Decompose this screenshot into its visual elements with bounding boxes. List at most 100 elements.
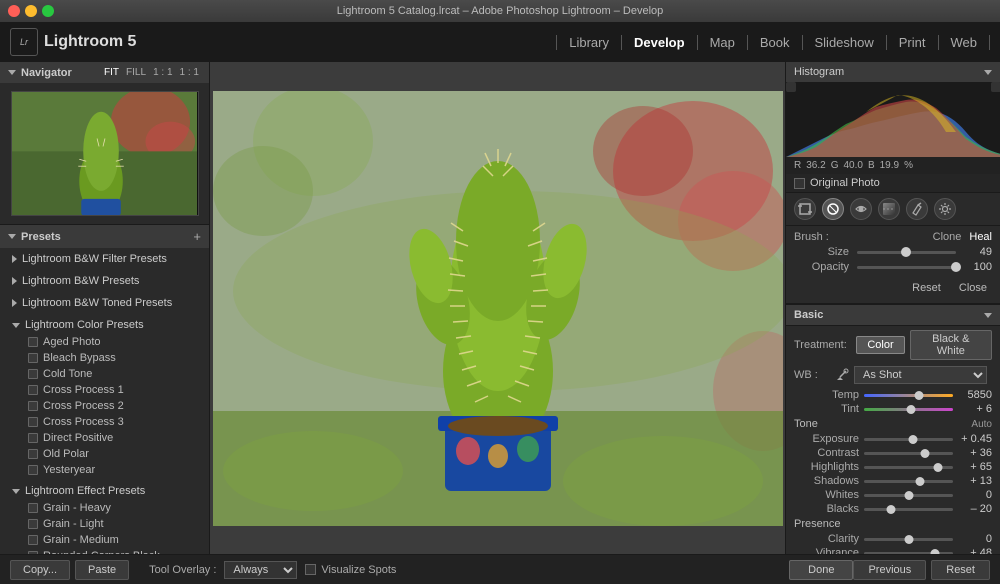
contrast-slider[interactable]	[864, 452, 953, 455]
fill-btn[interactable]: FILL	[124, 66, 148, 79]
nav-web[interactable]: Web	[939, 35, 991, 50]
wb-select[interactable]: As Shot Auto Daylight Cloudy Custom	[854, 366, 987, 384]
presets-header[interactable]: Presets +	[0, 225, 209, 248]
vibrance-slider[interactable]	[864, 552, 953, 555]
redeye-btn[interactable]	[850, 198, 872, 220]
whites-thumb[interactable]	[904, 491, 913, 500]
preset-aged-photo[interactable]: Aged Photo	[0, 334, 209, 350]
original-photo-checkbox[interactable]	[794, 178, 805, 189]
preset-cross-process-3[interactable]: Cross Process 3	[0, 414, 209, 430]
close-icon[interactable]	[8, 5, 20, 17]
preset-group-color-header[interactable]: Lightroom Color Presets	[0, 316, 209, 334]
preset-cross-process-1[interactable]: Cross Process 1	[0, 382, 209, 398]
histogram-values: R 36.2 G 40.0 B 19.9 %	[786, 157, 1000, 174]
spot-removal-btn[interactable]	[822, 198, 844, 220]
adjustment-brush-btn[interactable]	[906, 198, 928, 220]
visualize-spots-checkbox[interactable]	[305, 564, 316, 575]
eyedropper-icon	[835, 368, 849, 382]
basic-panel: Basic Treatment: Color Black & White WB …	[786, 304, 1000, 554]
presets-add-icon[interactable]: +	[193, 229, 201, 244]
blacks-value: – 20	[957, 503, 992, 515]
basic-panel-header[interactable]: Basic	[786, 304, 1000, 326]
basic-title: Basic	[794, 309, 823, 321]
blacks-label: Blacks	[794, 503, 859, 515]
gradient-btn[interactable]	[878, 198, 900, 220]
crop-tool-btn[interactable]	[794, 198, 816, 220]
g-label: G	[831, 160, 839, 171]
exposure-slider[interactable]	[864, 438, 953, 441]
clarity-slider[interactable]	[864, 538, 953, 541]
temp-slider[interactable]	[864, 394, 953, 397]
fit-btn[interactable]: FIT	[102, 66, 121, 79]
nav-map[interactable]: Map	[698, 35, 748, 50]
tint-slider-thumb[interactable]	[907, 405, 916, 414]
tint-slider[interactable]	[864, 408, 953, 411]
preset-group-bw-header[interactable]: Lightroom B&W Presets	[0, 272, 209, 290]
blacks-slider[interactable]	[864, 508, 953, 511]
reset-develop-button[interactable]: Reset	[931, 560, 990, 580]
preset-cross-process-2[interactable]: Cross Process 2	[0, 398, 209, 414]
preset-direct-positive-icon	[28, 433, 38, 443]
shadows-thumb[interactable]	[916, 477, 925, 486]
shadows-slider[interactable]	[864, 480, 953, 483]
tool-overlay-select[interactable]: Always Never Selected	[224, 561, 297, 579]
whites-slider[interactable]	[864, 494, 953, 497]
size-slider-track[interactable]	[857, 251, 956, 254]
preset-yesteryear[interactable]: Yesteryear	[0, 462, 209, 478]
minimize-icon[interactable]	[25, 5, 37, 17]
preset-grain-medium[interactable]: Grain - Medium	[0, 532, 209, 548]
opacity-slider-track[interactable]	[857, 266, 956, 269]
clone-btn[interactable]: Clone	[933, 231, 962, 243]
nav-slideshow[interactable]: Slideshow	[803, 35, 887, 50]
group-effects-label: Lightroom Effect Presets	[25, 485, 145, 497]
nav-develop[interactable]: Develop	[622, 35, 698, 50]
preset-group-bwtoned-header[interactable]: Lightroom B&W Toned Presets	[0, 294, 209, 312]
preset-grain-heavy[interactable]: Grain - Heavy	[0, 500, 209, 516]
maximize-icon[interactable]	[42, 5, 54, 17]
nav-print[interactable]: Print	[887, 35, 939, 50]
tint-label: Tint	[794, 403, 859, 415]
settings-btn[interactable]	[934, 198, 956, 220]
preset-group-bwfilter-header[interactable]: Lightroom B&W Filter Presets	[0, 250, 209, 268]
preset-grain-light[interactable]: Grain - Light	[0, 516, 209, 532]
preset-cold-tone[interactable]: Cold Tone	[0, 366, 209, 382]
preset-group-effects-header[interactable]: Lightroom Effect Presets	[0, 482, 209, 500]
heal-btn[interactable]: Heal	[969, 231, 992, 243]
preset-bleach-bypass[interactable]: Bleach Bypass	[0, 350, 209, 366]
1to1-btn[interactable]: 1 : 1	[151, 66, 174, 79]
custom-fit-btn[interactable]: 1 : 1	[178, 66, 201, 79]
reset-btn[interactable]: Reset	[907, 280, 946, 296]
previous-button[interactable]: Previous	[853, 560, 926, 580]
vibrance-value: + 48	[957, 547, 992, 554]
window-controls	[8, 5, 54, 17]
nav-book[interactable]: Book	[748, 35, 803, 50]
preset-rounded-corners-black[interactable]: Rounded Corners Black	[0, 548, 209, 554]
size-slider-thumb[interactable]	[901, 247, 911, 257]
group-bwfilter-triangle	[12, 255, 17, 263]
clarity-thumb[interactable]	[904, 535, 913, 544]
blacks-thumb[interactable]	[886, 505, 895, 514]
navigator-header[interactable]: Navigator FIT FILL 1 : 1 1 : 1	[0, 62, 209, 83]
preset-old-polar[interactable]: Old Polar	[0, 446, 209, 462]
preset-direct-positive[interactable]: Direct Positive	[0, 430, 209, 446]
vibrance-thumb[interactable]	[931, 549, 940, 555]
titlebar: Lightroom 5 Catalog.lrcat – Adobe Photos…	[0, 0, 1000, 22]
copy-button[interactable]: Copy...	[10, 560, 70, 580]
nav-library[interactable]: Library	[556, 35, 622, 50]
wb-eyedropper-btn[interactable]	[834, 367, 850, 383]
highlights-value: + 65	[957, 461, 992, 473]
contrast-thumb[interactable]	[920, 449, 929, 458]
exposure-thumb[interactable]	[908, 435, 917, 444]
close-btn[interactable]: Close	[954, 280, 992, 296]
highlights-thumb[interactable]	[933, 463, 942, 472]
highlights-slider[interactable]	[864, 466, 953, 469]
done-button[interactable]: Done	[789, 560, 853, 580]
auto-btn[interactable]: Auto	[971, 419, 992, 430]
vibrance-label: Vibrance	[794, 547, 859, 554]
opacity-slider-thumb[interactable]	[951, 262, 961, 272]
color-btn[interactable]: Color	[856, 336, 904, 354]
bw-btn[interactable]: Black & White	[910, 330, 992, 360]
tone-label: Tone	[794, 418, 859, 430]
temp-slider-thumb[interactable]	[915, 391, 924, 400]
paste-button[interactable]: Paste	[75, 560, 129, 580]
